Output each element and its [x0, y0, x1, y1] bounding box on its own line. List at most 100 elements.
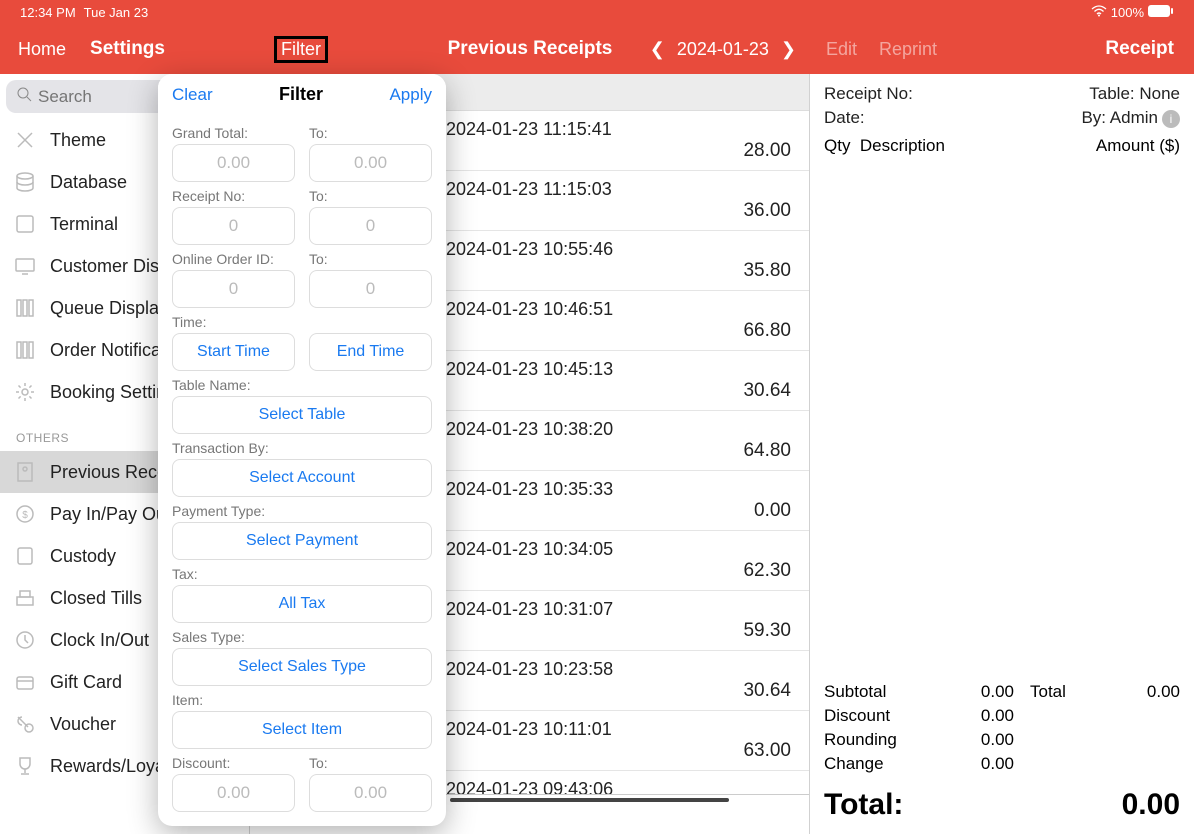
database-icon: [14, 171, 36, 193]
edit-button[interactable]: Edit: [826, 39, 857, 60]
grand-total-value: 0.00: [1122, 788, 1180, 822]
date-label[interactable]: 2024-01-23: [677, 39, 769, 60]
change-label: Change: [824, 754, 954, 774]
row-amount: 30.64: [743, 380, 791, 402]
total-label: Total: [1030, 682, 1110, 702]
receipt-by-label: By: Admini: [1081, 108, 1180, 128]
row-amount: 35.80: [743, 260, 791, 282]
row-timestamp: 2024-01-23 11:15:03: [446, 179, 612, 200]
receipt-table-label: Table: None: [1089, 84, 1180, 104]
notification-icon: [14, 339, 36, 361]
pay-icon: $: [14, 503, 36, 525]
end-time-button[interactable]: End Time: [309, 333, 432, 371]
time-label: Time:: [172, 314, 432, 330]
sales-type-label: Sales Type:: [172, 629, 432, 645]
start-time-button[interactable]: Start Time: [172, 333, 295, 371]
discount-from-input[interactable]: 0.00: [172, 774, 295, 812]
row-timestamp: 2024-01-23 09:43:06: [446, 779, 613, 794]
item-label: Item:: [172, 692, 432, 708]
theme-icon: [14, 129, 36, 151]
till-icon: [14, 587, 36, 609]
gift-icon: [14, 671, 36, 693]
tax-label: Tax:: [172, 566, 432, 582]
row-amount: 63.00: [743, 740, 791, 762]
voucher-icon: [14, 713, 36, 735]
grand-total-from-input[interactable]: 0.00: [172, 144, 295, 182]
receipt-no-to-label: To:: [309, 188, 432, 204]
discount-label: Discount: [824, 706, 954, 726]
search-icon: [16, 86, 32, 107]
all-tax-button[interactable]: All Tax: [172, 585, 432, 623]
clock-icon: [14, 629, 36, 651]
select-table-button[interactable]: Select Table: [172, 396, 432, 434]
trophy-icon: [14, 755, 36, 777]
queue-icon: [14, 297, 36, 319]
discount-to-input[interactable]: 0.00: [309, 774, 432, 812]
battery-percent: 100%: [1111, 5, 1144, 20]
grand-total-to-label: To:: [309, 125, 432, 141]
row-amount: 66.80: [743, 320, 791, 342]
online-id-from-input[interactable]: 0: [172, 270, 295, 308]
rounding-value: 0.00: [954, 730, 1014, 750]
apply-button[interactable]: Apply: [389, 85, 432, 105]
total-value: 0.00: [1110, 682, 1180, 702]
receipt-no-from-label: Receipt No:: [172, 188, 295, 204]
filter-button[interactable]: Filter: [274, 36, 328, 63]
status-bar: 12:34 PM Tue Jan 23 100%: [0, 0, 1194, 24]
discount-value: 0.00: [954, 706, 1014, 726]
display-icon: [14, 255, 36, 277]
receipt-no-label: Receipt No:: [824, 84, 913, 104]
select-item-button[interactable]: Select Item: [172, 711, 432, 749]
row-timestamp: 2024-01-23 10:34:05: [446, 539, 613, 560]
row-timestamp: 2024-01-23 11:15:41: [446, 119, 612, 140]
row-timestamp: 2024-01-23 10:45:13: [446, 359, 613, 380]
col-description: Description: [860, 136, 945, 155]
next-day-button[interactable]: ❯: [781, 39, 796, 60]
discount-to-label: To:: [309, 755, 432, 771]
receipt-icon: [14, 461, 36, 483]
page-title: Previous Receipts: [448, 38, 613, 60]
clear-button[interactable]: Clear: [172, 85, 213, 105]
online-id-to-label: To:: [309, 251, 432, 267]
prev-day-button[interactable]: ❮: [650, 39, 665, 60]
row-timestamp: 2024-01-23 10:23:58: [446, 659, 613, 680]
subtotal-label: Subtotal: [824, 682, 954, 702]
rounding-label: Rounding: [824, 730, 954, 750]
online-id-to-input[interactable]: 0: [309, 270, 432, 308]
payment-type-label: Payment Type:: [172, 503, 432, 519]
row-amount: 59.30: [743, 620, 791, 642]
select-account-button[interactable]: Select Account: [172, 459, 432, 497]
change-value: 0.00: [954, 754, 1014, 774]
row-timestamp: 2024-01-23 10:46:51: [446, 299, 613, 320]
receipt-no-from-input[interactable]: 0: [172, 207, 295, 245]
scroll-indicator[interactable]: [450, 798, 729, 802]
row-amount: 62.30: [743, 560, 791, 582]
row-amount: 0.00: [754, 500, 791, 522]
grand-total-to-input[interactable]: 0.00: [309, 144, 432, 182]
grand-total-label: Total:: [824, 788, 903, 822]
select-sales-type-button[interactable]: Select Sales Type: [172, 648, 432, 686]
settings-title: Settings: [90, 38, 165, 60]
status-time: 12:34 PM: [20, 5, 76, 20]
receipt-no-to-input[interactable]: 0: [309, 207, 432, 245]
select-payment-button[interactable]: Select Payment: [172, 522, 432, 560]
filter-popover: Clear Filter Apply Grand Total:0.00 To:0…: [158, 74, 446, 826]
terminal-icon: [14, 213, 36, 235]
receipt-panel: Receipt No: Table: None Date: By: Admini…: [810, 74, 1194, 834]
app-header: Home Settings Filter Previous Receipts ❮…: [0, 24, 1194, 74]
info-icon[interactable]: i: [1162, 110, 1180, 128]
col-amount: Amount ($): [1096, 136, 1180, 156]
row-amount: 36.00: [743, 200, 791, 222]
status-date: Tue Jan 23: [84, 5, 149, 20]
battery-icon: [1148, 5, 1174, 20]
reprint-button[interactable]: Reprint: [879, 39, 937, 60]
subtotal-value: 0.00: [954, 682, 1014, 702]
receipt-tab[interactable]: Receipt: [1101, 38, 1178, 60]
custody-icon: [14, 545, 36, 567]
row-timestamp: 2024-01-23 10:11:01: [446, 719, 612, 740]
home-button[interactable]: Home: [18, 39, 66, 60]
row-timestamp: 2024-01-23 10:55:46: [446, 239, 613, 260]
discount-from-label: Discount:: [172, 755, 295, 771]
row-timestamp: 2024-01-23 10:31:07: [446, 599, 613, 620]
row-timestamp: 2024-01-23 10:35:33: [446, 479, 613, 500]
